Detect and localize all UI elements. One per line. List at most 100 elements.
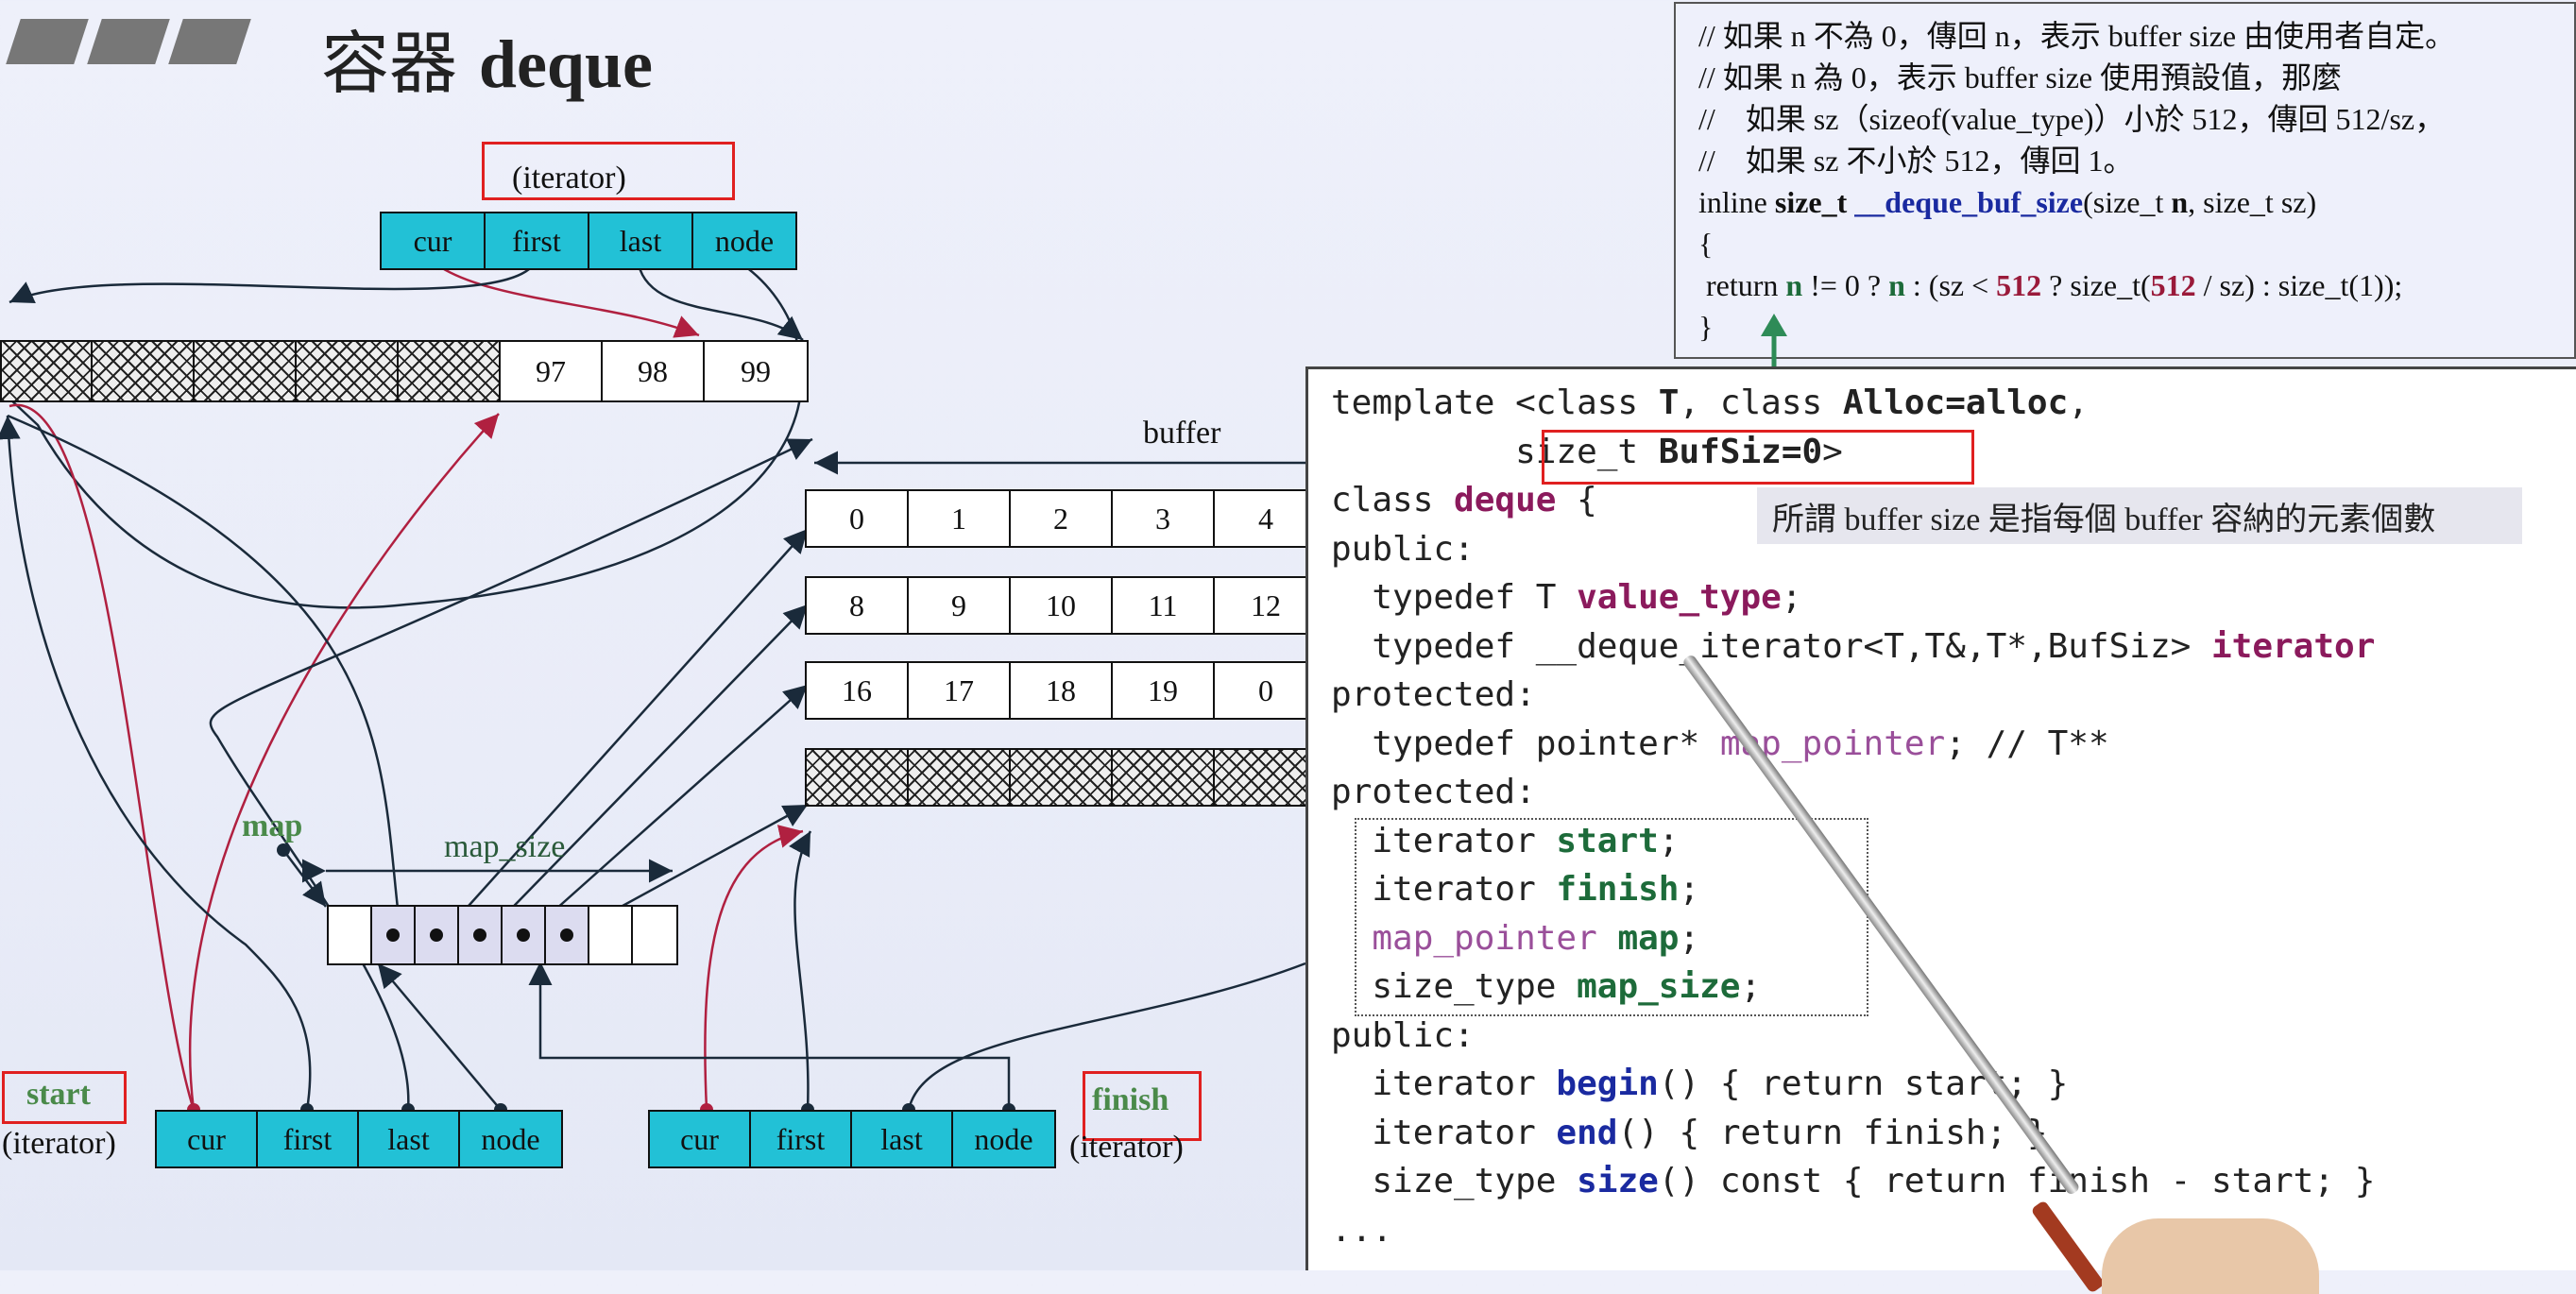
buffer-cell-hatched [909, 750, 1011, 805]
wire-node [7, 263, 804, 609]
map-cell [503, 907, 546, 963]
buffer-cell: 11 [1113, 578, 1215, 633]
buffer-cell: 97 [501, 342, 603, 400]
wire-finish-cur [704, 825, 804, 1111]
buffer-cell: 18 [1011, 663, 1113, 718]
buffer-cell-hatched [93, 342, 195, 400]
buffer-cell-hatched [2, 342, 93, 400]
buffer-cell: 10 [1011, 578, 1113, 633]
wire-map-2 [486, 604, 809, 934]
code-line: template <class T, class Alloc=alloc, [1331, 383, 2089, 422]
finish-iterator: cur first last node [648, 1110, 1056, 1168]
map-cell [329, 907, 372, 963]
buffer-cell: 19 [1113, 663, 1215, 718]
code-line: typedef __deque_iterator<T,T&,T*,BufSiz>… [1331, 626, 2376, 666]
map-label: map [242, 809, 303, 843]
iter-field-cur: cur [650, 1112, 751, 1166]
wire-map-1 [443, 528, 809, 934]
finish-iterator-label: (iterator) [1069, 1130, 1184, 1165]
iter-field-node: node [953, 1112, 1054, 1166]
buffer-cell-hatched [195, 342, 297, 400]
signature-line: inline size_t __deque_buf_size(size_t n,… [1698, 185, 2317, 219]
map-cell [372, 907, 416, 963]
buffer-row-3: 16 17 18 19 0 [805, 661, 1319, 720]
buffer-row-2: 8 9 10 11 12 [805, 576, 1319, 635]
wire-cur [435, 263, 700, 338]
code-line: iterator begin() { return start; } [1331, 1064, 2069, 1103]
buffer-row-4 [805, 748, 1319, 807]
buffer-label: buffer [1143, 416, 1221, 451]
data-members-box [1355, 818, 1868, 1016]
buffer-cell: 2 [1011, 491, 1113, 546]
top-iterator: cur first last node [380, 212, 797, 270]
buffer-cell: 16 [807, 663, 909, 718]
buf-size-code-box: // 如果 n 不為 0，傳回 n，表示 buffer size 由使用者自定。… [1674, 2, 2576, 359]
iter-field-last: last [852, 1112, 953, 1166]
code-line: iterator end() { return finish; } [1331, 1113, 2048, 1152]
presenter-hand [2102, 1218, 2319, 1294]
start-label: start [26, 1077, 91, 1112]
wire-finish-first [789, 830, 812, 1111]
map-size-label: map_size [444, 829, 566, 864]
buffer-cell: 0 [1215, 663, 1317, 718]
iter-field-cur: cur [382, 213, 486, 268]
wire-map-0 [7, 414, 402, 934]
buffer-cell: 3 [1113, 491, 1215, 546]
code-line: protected: [1331, 773, 1536, 811]
comment-line: // 如果 sz 不小於 512，傳回 1。 [1698, 144, 2134, 178]
iter-field-last: last [589, 213, 693, 268]
wire-start-first [0, 415, 312, 1111]
start-iterator-label: (iterator) [2, 1126, 116, 1161]
iterator-label: (iterator) [512, 161, 626, 196]
buffer-cell-hatched [1011, 750, 1113, 805]
wire-map-3 [528, 684, 809, 934]
code-line: typedef pointer* map_pointer; // T** [1331, 724, 2109, 763]
buffer-cell-hatched [807, 750, 909, 805]
comment-line: // 如果 sz（sizeof(value_type)）小於 512，傳回 51… [1698, 102, 2446, 136]
iter-field-node: node [460, 1112, 561, 1166]
buffer-cell-hatched [297, 342, 399, 400]
buffer-cell-hatched [1113, 750, 1215, 805]
bufsiz-highlight [1542, 430, 1974, 485]
map-cell [459, 907, 503, 963]
buffer-cell: 0 [807, 491, 909, 546]
map-cell [546, 907, 589, 963]
buffer-cell: 9 [909, 578, 1011, 633]
code-line: protected: [1331, 675, 1536, 714]
finish-label: finish [1092, 1082, 1169, 1117]
top-buffer: 97 98 99 [0, 340, 809, 402]
start-iterator: cur first last node [155, 1110, 563, 1168]
iter-field-cur: cur [157, 1112, 258, 1166]
iter-field-first: first [751, 1112, 852, 1166]
wire-first [9, 264, 535, 304]
brace-open: { [1698, 227, 1714, 261]
buffer-cell: 12 [1215, 578, 1317, 633]
buffer-row-1: 0 1 2 3 4 [805, 489, 1319, 548]
brace-close: } [1698, 310, 1714, 344]
buffer-cell: 4 [1215, 491, 1317, 546]
code-line: ... [1331, 1210, 1393, 1250]
map-array [327, 905, 678, 965]
buffer-size-annotation: 所謂 buffer size 是指每個 buffer 容納的元素個數 [1757, 487, 2522, 544]
buffer-cell-hatched [1215, 750, 1317, 805]
buffer-cell: 98 [603, 342, 705, 400]
map-cell [633, 907, 676, 963]
map-cell [589, 907, 633, 963]
code-line: size_type size() const { return finish -… [1331, 1162, 2376, 1200]
return-line: return n != 0 ? n : (sz < 512 ? size_t(5… [1698, 268, 2403, 302]
buffer-cell-hatched [399, 342, 501, 400]
iter-field-first: first [486, 213, 589, 268]
buffer-cell: 17 [909, 663, 1011, 718]
buffer-cell: 8 [807, 578, 909, 633]
iter-field-first: first [258, 1112, 359, 1166]
iter-field-node: node [693, 213, 795, 268]
iter-field-last: last [359, 1112, 460, 1166]
wire-start-last [209, 437, 813, 1111]
comment-line: // 如果 n 為 0，表示 buffer size 使用預設值，那麼 [1698, 60, 2343, 94]
wire-finish-node [528, 962, 1011, 1110]
wire-map-ptr [282, 849, 327, 908]
buffer-cell: 99 [705, 342, 807, 400]
wire-start-cur-buf [188, 413, 500, 1111]
code-line: typedef T value_type; [1331, 578, 1802, 617]
buffer-cell: 1 [909, 491, 1011, 546]
